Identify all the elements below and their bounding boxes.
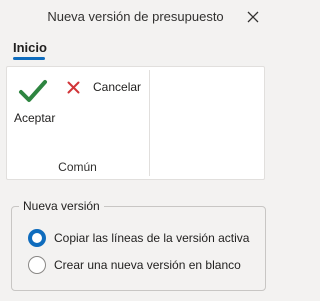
radio-copy-active-lines[interactable]: Copiar las líneas de la versión activa xyxy=(28,228,263,248)
tab-selected-indicator xyxy=(13,57,45,60)
x-icon xyxy=(67,81,80,94)
radio-unselected-icon xyxy=(28,256,46,274)
close-button[interactable] xyxy=(244,8,262,26)
accept-button[interactable]: Aceptar xyxy=(8,73,58,129)
tab-inicio[interactable]: Inicio xyxy=(13,40,47,55)
ribbon-group-label: Común xyxy=(58,160,97,174)
radio-label: Crear una nueva versión en blanco xyxy=(54,258,241,272)
close-icon xyxy=(247,11,259,23)
ribbon-divider xyxy=(149,70,150,176)
accept-label: Aceptar xyxy=(14,111,56,125)
cancel-button[interactable]: Cancelar xyxy=(64,78,146,98)
new-version-group xyxy=(11,206,266,291)
radio-selected-icon xyxy=(28,229,46,247)
dialog-title: Nueva versión de presupuesto xyxy=(47,9,224,24)
radio-label: Copiar las líneas de la versión activa xyxy=(54,231,250,245)
radio-create-blank-version[interactable]: Crear una nueva versión en blanco xyxy=(28,255,263,275)
cancel-label: Cancelar xyxy=(93,80,142,94)
checkmark-icon xyxy=(19,80,47,102)
new-budget-version-dialog: Nueva versión de presupuesto Inicio Acep… xyxy=(0,0,271,301)
new-version-legend: Nueva versión xyxy=(19,199,104,213)
